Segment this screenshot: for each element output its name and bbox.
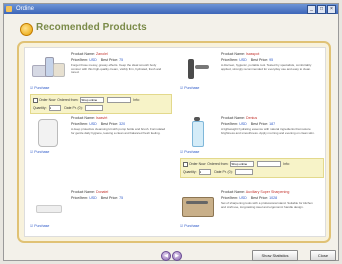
purchase-link[interactable]: ☑ Purchase [30,150,49,154]
product-price-row: Price/Item: USD Best Price: 95 [221,58,274,62]
ordered-from-select[interactable] [230,161,255,167]
product-price-row: Price/Item: USD Best Price: 75 [71,58,124,62]
product-description: Forget those messy, greasy effects. Keep… [71,63,162,75]
app-window: Ordine _ □ × Recomended Products Product… [3,3,339,261]
next-page-button[interactable]: ▶ [172,251,182,261]
app-icon [6,6,12,12]
minimize-icon[interactable]: _ [307,5,316,14]
window-controls: _ □ × [307,5,336,14]
order-now-checkbox[interactable] [33,97,38,103]
product-name: Product Name: Isasvirt [71,116,108,120]
show-statistics-button[interactable]: Show Statistics [252,250,298,261]
purchase-link[interactable]: ☑ Purchase [30,224,49,228]
product-description: Set of sharpening tools with a professio… [221,201,313,209]
purchase-link[interactable]: ☑ Purchase [30,86,49,90]
product-image [30,53,66,83]
product-name: Product Name: Zanolel [71,52,108,56]
date-prefix-input[interactable] [234,169,253,175]
maximize-icon[interactable]: □ [317,5,326,14]
order-date-input[interactable] [257,161,282,167]
product-card: Product Name: Isasvirt Price/Item: USD B… [27,114,172,170]
product-price-row: Price/Item: USD Best Price: 75 [71,196,124,200]
purchase-link[interactable]: ☑ Purchase [180,86,199,90]
order-form: Order Now Ordered from: Info: Quantity: … [30,94,172,114]
product-image [30,191,66,221]
product-image [180,53,216,83]
order-form: Order Now Ordered from: Info: Quantity: … [180,158,324,178]
previous-page-button[interactable]: ◀ [161,251,171,261]
title-bar: Ordine _ □ × [4,4,338,14]
product-name: Product Name: Auxiliary Super Sharpening [221,190,290,194]
product-card: Product Name: Donatel Price/Item: USD Be… [27,188,172,234]
product-image [30,117,66,147]
product-card: Product Name: Auxiliary Super Sharpening… [177,188,322,234]
product-card: Product Name: Denius Price/Item: USD Bes… [177,114,324,178]
product-description: A deep protective cleansing kit with pum… [71,127,166,135]
page-title: Recomended Products [36,22,147,33]
product-name: Product Name: Denius [221,116,258,120]
date-prefix-input[interactable] [84,105,103,111]
products-grid: Product Name: Zanolel Price/Item: USD Be… [24,47,326,237]
order-date-input[interactable] [107,97,132,103]
product-name: Product Name: Isasspot [221,52,260,56]
product-description: A discreet, hygienic, portable tool. Tes… [221,63,312,71]
purchase-link[interactable]: ☑ Purchase [180,150,199,154]
quantity-input[interactable] [198,169,211,175]
quantity-input[interactable] [48,105,61,111]
order-now-checkbox[interactable] [183,161,188,167]
product-price-row: Price/Item: USD Best Price: 320 [71,122,126,126]
ordered-from-select[interactable] [80,97,105,103]
product-image [180,191,216,221]
brand-logo-icon [20,23,33,36]
product-price-row: Price/Item: USD Best Price: 1028 [221,196,278,200]
product-price-row: Price/Item: USD Best Price: 187 [221,122,276,126]
product-image [180,117,216,147]
close-icon[interactable]: × [327,5,336,14]
products-panel: Product Name: Zanolel Price/Item: USD Be… [17,41,331,243]
product-card: Product Name: Isasspot Price/Item: USD B… [177,50,322,110]
purchase-link[interactable]: ☑ Purchase [180,224,199,228]
window-title: Ordine [16,6,35,12]
close-button[interactable]: Close [310,250,336,261]
product-name: Product Name: Donatel [71,190,109,194]
product-description: A lightweight hydrating essence with nat… [221,127,315,135]
bottom-bar: ◀ ▶ Show Statistics Close [4,248,340,262]
product-card: Product Name: Zanolel Price/Item: USD Be… [27,50,172,114]
page-header: Recomended Products [4,14,338,40]
